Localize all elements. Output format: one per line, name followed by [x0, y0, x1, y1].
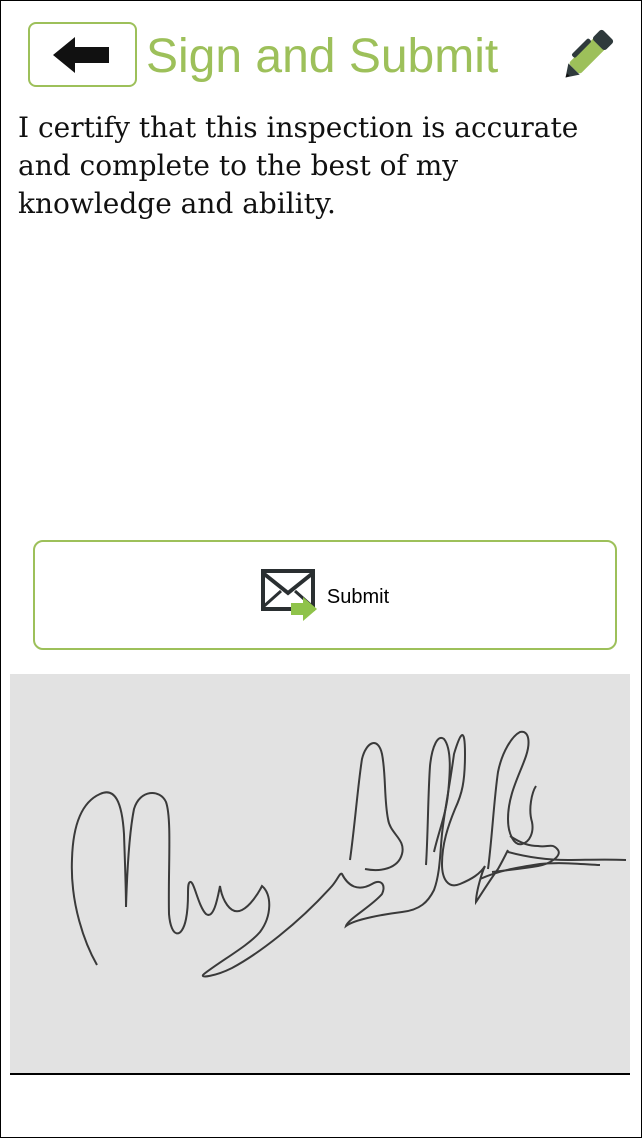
signature-pad[interactable] — [10, 674, 630, 1074]
signature-drawing — [70, 730, 627, 978]
envelope-send-icon — [260, 569, 317, 621]
screen: Sign and Submit I certify that this insp… — [0, 0, 642, 1138]
pen-icon[interactable] — [561, 25, 621, 79]
certification-text: I certify that this inspection is accura… — [18, 111, 579, 220]
submit-label: Submit — [326, 585, 390, 608]
submit-button[interactable]: Submit — [33, 540, 617, 650]
back-button[interactable] — [28, 22, 137, 87]
signature-line — [10, 1073, 630, 1075]
page-title: Sign and Submit — [146, 30, 499, 83]
arrow-left-icon — [52, 36, 109, 73]
